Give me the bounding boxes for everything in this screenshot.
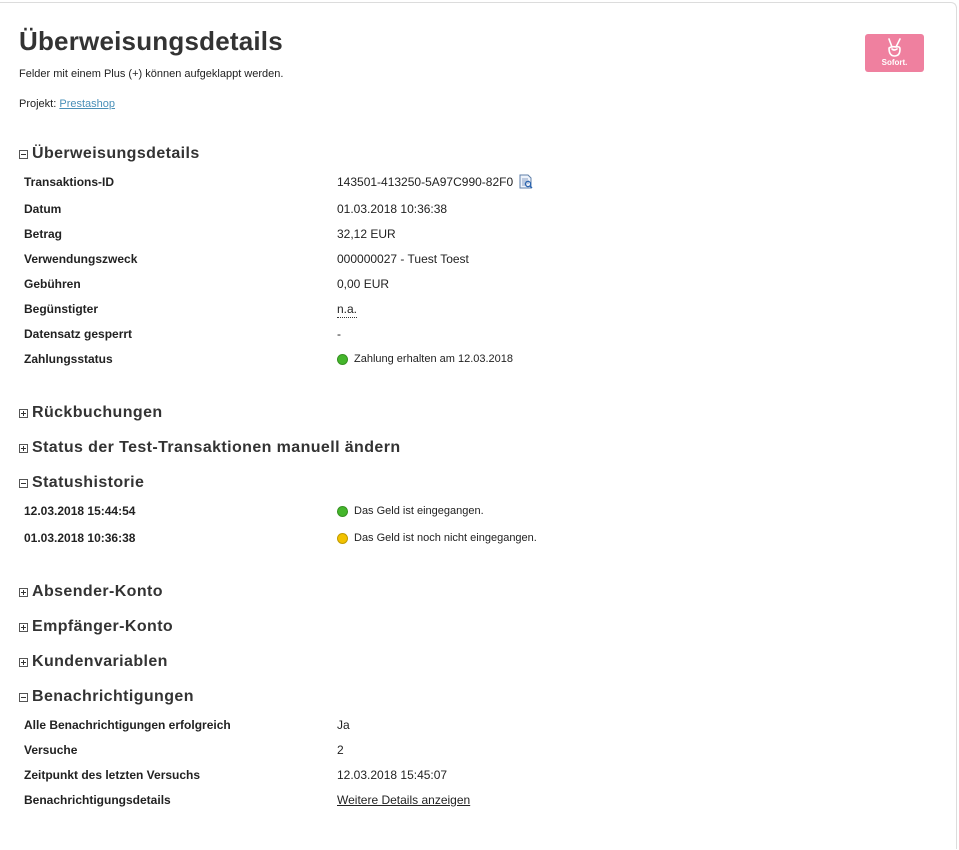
history-row: 12.03.2018 15:44:54 Das Geld ist eingega…: [24, 503, 924, 519]
section-title-kundenvariablen: Kundenvariablen: [32, 653, 168, 670]
detail-label: Begünstigter: [24, 302, 99, 316]
detail-row-amount: Betrag 32,12 EUR: [24, 226, 924, 242]
payment-status: Zahlung erhalten am 12.03.2018: [337, 351, 513, 367]
detail-label: Gebühren: [24, 277, 81, 291]
detail-value: 0,00 EUR: [337, 277, 390, 291]
detail-value: n.a.: [337, 302, 358, 318]
history-timestamp: 12.03.2018 15:44:54: [24, 504, 136, 518]
detail-row-locked: Datensatz gesperrt -: [24, 326, 924, 342]
section-header-statushistorie[interactable]: Statushistorie: [19, 474, 144, 492]
document-icon[interactable]: [519, 174, 533, 189]
sofort-logo: Sofort.: [865, 34, 924, 72]
collapse-icon[interactable]: [19, 692, 28, 702]
detail-label: Verwendungszweck: [24, 252, 138, 266]
section-header-benachrichtigungen[interactable]: Benachrichtigungen: [19, 688, 194, 706]
section-title-details: Überweisungsdetails: [32, 145, 200, 162]
detail-value: -: [337, 327, 341, 341]
more-details-link[interactable]: Weitere Details anzeigen: [337, 792, 470, 808]
detail-row-transaction-id: Transaktions-ID 143501-413250-5A97C990-8…: [24, 174, 924, 190]
status-dot-green: [337, 505, 348, 517]
section-title-benachrichtigungen: Benachrichtigungen: [32, 688, 194, 705]
detail-label: Benachrichtigungsdetails: [24, 793, 171, 807]
detail-value: 01.03.2018 10:36:38: [337, 202, 448, 216]
detail-row-fees: Gebühren 0,00 EUR: [24, 276, 924, 292]
expand-hint: Felder mit einem Plus (+) können aufgekl…: [19, 68, 284, 80]
detail-row-date: Datum 01.03.2018 10:36:38: [24, 201, 924, 217]
detail-value: 2: [337, 743, 344, 757]
expand-icon[interactable]: [19, 443, 28, 453]
section-header-absender[interactable]: Absender-Konto: [19, 583, 163, 601]
detail-value: 000000027 - Tuest Toest: [337, 252, 469, 266]
project-label: Projekt:: [19, 98, 57, 110]
section-title-statushistorie: Statushistorie: [32, 474, 145, 491]
detail-label: Betrag: [24, 227, 63, 241]
expand-icon[interactable]: [19, 408, 28, 418]
section-header-kundenvariablen[interactable]: Kundenvariablen: [19, 653, 168, 671]
notification-row-details: Benachrichtigungsdetails Weitere Details…: [24, 792, 924, 808]
detail-label: Transaktions-ID: [24, 175, 115, 189]
section-header-details[interactable]: Überweisungsdetails: [19, 145, 200, 163]
section-title-test-status: Status der Test-Transaktionen manuell än…: [32, 439, 401, 456]
detail-label: Datensatz gesperrt: [24, 327, 133, 341]
history-status-text: Das Geld ist eingegangen.: [354, 505, 484, 517]
collapse-icon[interactable]: [19, 478, 28, 488]
sofort-hand-icon: [888, 38, 901, 57]
detail-label: Zahlungsstatus: [24, 352, 113, 366]
project-link[interactable]: Prestashop: [59, 98, 115, 110]
detail-label: Versuche: [24, 743, 78, 757]
status-dot-green: [337, 353, 348, 365]
notification-row-last-attempt: Zeitpunkt des letzten Versuchs 12.03.201…: [24, 767, 924, 783]
history-timestamp: 01.03.2018 10:36:38: [24, 531, 136, 545]
section-title-empfaenger: Empfänger-Konto: [32, 618, 174, 635]
detail-row-purpose: Verwendungszweck 000000027 - Tuest Toest: [24, 251, 924, 267]
expand-icon[interactable]: [19, 587, 28, 597]
collapse-icon[interactable]: [19, 149, 28, 159]
detail-label: Alle Benachrichtigungen erfolgreich: [24, 718, 231, 732]
section-header-test-status[interactable]: Status der Test-Transaktionen manuell än…: [19, 439, 401, 457]
payment-status-text: Zahlung erhalten am 12.03.2018: [354, 353, 514, 365]
notification-row-attempts: Versuche 2: [24, 742, 924, 758]
detail-label: Datum: [24, 202, 62, 216]
page-title: Überweisungsdetails: [19, 26, 283, 56]
notification-row-success: Alle Benachrichtigungen erfolgreich Ja: [24, 717, 924, 733]
section-header-rueckbuchungen[interactable]: Rückbuchungen: [19, 404, 163, 422]
section-title-rueckbuchungen: Rückbuchungen: [32, 404, 163, 421]
detail-label: Zeitpunkt des letzten Versuchs: [24, 768, 201, 782]
history-status: Das Geld ist noch nicht eingegangen.: [337, 530, 537, 546]
expand-icon[interactable]: [19, 657, 28, 667]
detail-value: 143501-413250-5A97C990-82F0: [337, 174, 533, 190]
detail-value: Ja: [337, 718, 350, 732]
detail-value: 12.03.2018 15:45:07: [337, 768, 448, 782]
project-line: Projekt: Prestashop: [19, 98, 115, 110]
detail-value: 32,12 EUR: [337, 227, 396, 241]
history-status-text: Das Geld ist noch nicht eingegangen.: [354, 532, 537, 544]
section-title-absender: Absender-Konto: [32, 583, 163, 600]
expand-icon[interactable]: [19, 622, 28, 632]
logo-text: Sofort.: [881, 58, 908, 67]
details-panel: Überweisungsdetails Felder mit einem Plu…: [0, 2, 957, 849]
history-row: 01.03.2018 10:36:38 Das Geld ist noch ni…: [24, 530, 924, 546]
history-status: Das Geld ist eingegangen.: [337, 503, 484, 519]
section-header-empfaenger[interactable]: Empfänger-Konto: [19, 618, 173, 636]
detail-row-payment-status: Zahlungsstatus Zahlung erhalten am 12.03…: [24, 351, 924, 367]
transaction-id-value: 143501-413250-5A97C990-82F0: [337, 175, 514, 189]
status-dot-yellow: [337, 532, 348, 544]
detail-row-beneficiary: Begünstigter n.a.: [24, 301, 924, 318]
